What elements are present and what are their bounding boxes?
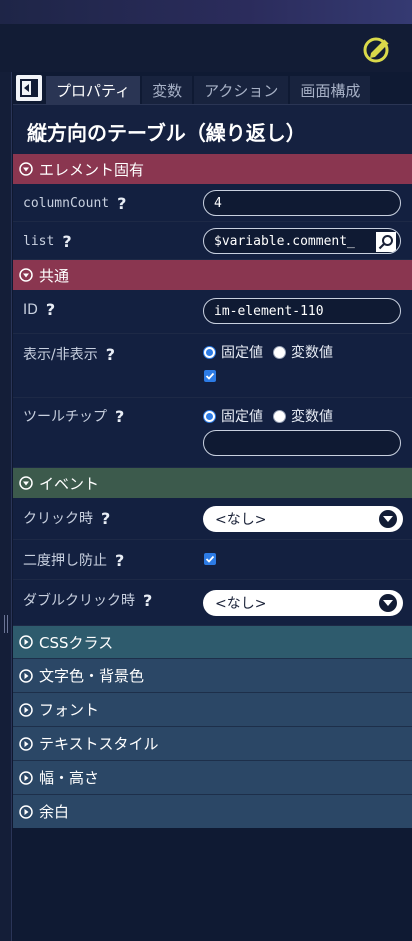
visibility-checkbox[interactable] bbox=[204, 370, 216, 382]
expand-circle-icon bbox=[19, 668, 33, 683]
section-font[interactable]: フォント bbox=[13, 692, 412, 726]
check-icon bbox=[205, 372, 215, 380]
section-label: 幅・高さ bbox=[39, 769, 100, 787]
row-dblclick: ダブルクリック時 ? <なし> bbox=[13, 580, 412, 626]
field-label: ID ? bbox=[23, 300, 56, 319]
column-count-input[interactable]: 4 bbox=[203, 190, 401, 216]
expand-circle-icon bbox=[19, 162, 33, 176]
help-icon[interactable]: ? bbox=[62, 232, 71, 251]
help-icon[interactable]: ? bbox=[101, 509, 110, 528]
help-icon[interactable]: ? bbox=[106, 345, 115, 364]
row-visibility: 表示/非表示 ? 固定値 変数値 bbox=[13, 334, 412, 398]
row-tooltip: ツールチップ ? 固定値 変数値 bbox=[13, 398, 412, 468]
dropdown-arrow-icon bbox=[379, 594, 397, 612]
expand-circle-icon bbox=[19, 736, 33, 751]
expand-circle-icon bbox=[19, 476, 33, 490]
row-double-submit: 二度押し防止 ? bbox=[13, 540, 412, 580]
expand-circle-icon bbox=[19, 268, 33, 282]
panel-resize-strip[interactable] bbox=[0, 72, 12, 941]
expand-circle-icon bbox=[19, 804, 33, 819]
section-css-class[interactable]: CSSクラス bbox=[13, 626, 412, 658]
tab-bar: プロパティ 変数 アクション 画面構成 bbox=[13, 72, 412, 104]
edit-button[interactable] bbox=[360, 32, 394, 66]
field-label: 表示/非表示 ? bbox=[23, 344, 115, 364]
search-icon bbox=[378, 235, 393, 250]
section-element-specific[interactable]: エレメント固有 bbox=[13, 154, 412, 184]
help-icon[interactable]: ? bbox=[143, 591, 152, 610]
section-label: 共通 bbox=[39, 266, 70, 285]
field-label: ツールチップ ? bbox=[23, 406, 125, 426]
tooltip-radio-group: 固定値 変数値 bbox=[203, 406, 343, 426]
help-icon[interactable]: ? bbox=[115, 551, 124, 570]
help-icon[interactable]: ? bbox=[117, 194, 126, 213]
tab-variables[interactable]: 変数 bbox=[142, 76, 193, 104]
radio-fixed[interactable] bbox=[203, 409, 216, 423]
collapse-panel-button[interactable] bbox=[16, 75, 42, 101]
section-label: CSSクラス bbox=[39, 633, 114, 652]
section-common[interactable]: 共通 bbox=[13, 260, 412, 290]
radio-variable[interactable] bbox=[273, 409, 286, 423]
section-color[interactable]: 文字色・背景色 bbox=[13, 658, 412, 692]
visibility-radio-group: 固定値 変数値 bbox=[203, 342, 343, 362]
section-label: 余白 bbox=[39, 803, 70, 821]
section-margin[interactable]: 余白 bbox=[13, 794, 412, 828]
click-action-select[interactable]: <なし> bbox=[203, 506, 403, 532]
section-event[interactable]: イベント bbox=[13, 468, 412, 498]
tab-properties[interactable]: プロパティ bbox=[46, 76, 141, 104]
section-label: フォント bbox=[39, 701, 100, 719]
tooltip-input[interactable] bbox=[203, 430, 401, 456]
section-label: エレメント固有 bbox=[39, 160, 145, 179]
tab-screen-structure[interactable]: 画面構成 bbox=[290, 76, 371, 104]
row-list: list ? $variable.comment_ bbox=[13, 222, 412, 260]
double-submit-checkbox[interactable] bbox=[204, 553, 216, 565]
field-label: ダブルクリック時 ? bbox=[23, 590, 153, 610]
section-label: テキストスタイル bbox=[39, 735, 159, 753]
section-size[interactable]: 幅・高さ bbox=[13, 760, 412, 794]
field-label: list ? bbox=[23, 232, 72, 251]
field-label: 二度押し防止 ? bbox=[23, 550, 125, 570]
dropdown-arrow-icon bbox=[379, 510, 397, 528]
field-label: columnCount ? bbox=[23, 194, 127, 213]
list-input[interactable]: $variable.comment_ bbox=[203, 228, 401, 254]
property-panel: プロパティ 変数 アクション 画面構成 縦方向のテーブル（繰り返し） エレメント… bbox=[13, 72, 412, 941]
radio-variable[interactable] bbox=[273, 345, 286, 359]
field-label: クリック時 ? bbox=[23, 508, 111, 528]
section-label: イベント bbox=[39, 474, 100, 493]
header-bar bbox=[0, 24, 412, 72]
search-button[interactable] bbox=[376, 232, 396, 252]
expand-circle-icon bbox=[19, 770, 33, 785]
expand-circle-icon bbox=[19, 702, 33, 717]
resize-grip[interactable] bbox=[4, 615, 8, 633]
check-icon bbox=[205, 555, 215, 563]
help-icon[interactable]: ? bbox=[46, 300, 55, 319]
tab-actions[interactable]: アクション bbox=[194, 76, 289, 104]
row-column-count: columnCount ? 4 bbox=[13, 184, 412, 222]
id-input[interactable]: im-element-110 bbox=[203, 298, 401, 324]
edit-icon bbox=[363, 37, 390, 63]
radio-fixed[interactable] bbox=[203, 345, 216, 359]
row-click: クリック時 ? <なし> bbox=[13, 498, 412, 540]
dblclick-action-select[interactable]: <なし> bbox=[203, 590, 403, 616]
row-id: ID ? im-element-110 bbox=[13, 290, 412, 334]
section-text-style[interactable]: テキストスタイル bbox=[13, 726, 412, 760]
app-top-bar bbox=[0, 0, 412, 24]
expand-circle-icon bbox=[19, 635, 33, 649]
element-title: 縦方向のテーブル（繰り返し） bbox=[13, 104, 412, 154]
collapse-panel-icon bbox=[20, 79, 38, 97]
section-label: 文字色・背景色 bbox=[39, 667, 145, 685]
help-icon[interactable]: ? bbox=[115, 407, 124, 426]
